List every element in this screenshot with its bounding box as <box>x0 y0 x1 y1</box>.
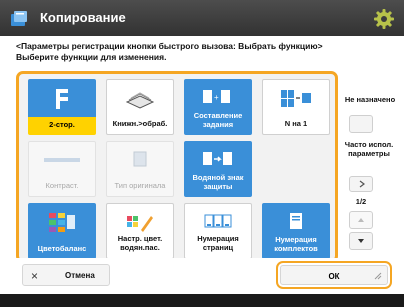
function-label: Нумерация страниц <box>197 234 239 252</box>
corner-mark-icon <box>374 272 382 280</box>
scroll-up-button[interactable] <box>349 211 373 229</box>
function-label: Тип оригинала <box>114 181 166 190</box>
function-label: Водяной знак защиты <box>192 173 244 191</box>
triangle-up-icon <box>358 218 364 222</box>
function-color-balance-button[interactable]: Цветобаланс <box>28 203 96 259</box>
no-setting-label: Не назначено <box>344 95 396 104</box>
function-set-numbering-button[interactable]: Нумерация комплектов <box>262 203 330 259</box>
svg-text:+: + <box>214 93 219 102</box>
secure-watermark-icon <box>203 152 232 165</box>
function-label: Составление задания <box>193 111 243 129</box>
two-sided-icon <box>56 89 68 109</box>
original-type-icon <box>133 151 147 167</box>
scroll-down-button[interactable] <box>349 232 373 250</box>
color-adjust-icon <box>127 216 153 232</box>
page-title: Копирование <box>40 10 126 25</box>
function-label: N на 1 <box>284 119 308 128</box>
job-build-icon: + <box>203 90 230 103</box>
bottom-bar <box>0 294 404 307</box>
triangle-down-icon <box>358 239 364 243</box>
function-secure-watermark-button[interactable]: Водяной знак защиты <box>184 141 252 197</box>
cancel-button[interactable]: × Отмена <box>22 264 110 286</box>
function-page-numbering-button[interactable]: Нумерация страниц <box>184 203 252 259</box>
sharpness-icon <box>44 158 80 162</box>
page-indicator: 1/2 <box>355 197 367 206</box>
instruction-line-2: Выберите функции для изменения. <box>16 52 167 62</box>
function-job-build-button[interactable]: + Составление задания <box>184 79 252 135</box>
ok-label: ОК <box>328 272 340 281</box>
ok-button-face: ОК <box>280 265 388 285</box>
function-label: 2-стор. <box>49 120 75 129</box>
cancel-label: Отмена <box>65 271 95 280</box>
title-bar: Копирование <box>0 0 404 36</box>
color-balance-icon <box>49 213 75 232</box>
function-label: Цветобаланс <box>37 244 87 253</box>
close-icon: × <box>31 269 39 283</box>
chevron-right-icon <box>359 180 365 188</box>
book-copy-icon <box>125 92 155 109</box>
function-n-on-1-button[interactable]: N на 1 <box>262 79 330 135</box>
frequent-settings-label: Часто испол. параметры <box>344 140 394 158</box>
function-sharpness-button: Контраст. <box>28 141 96 197</box>
function-original-type-button: Тип оригинала <box>106 141 174 197</box>
function-two-sided-button[interactable]: 2-стор. <box>28 79 96 135</box>
empty-slot <box>262 141 330 197</box>
instruction-line-1: <Параметры регистрации кнопки быстрого в… <box>16 41 323 51</box>
gear-icon[interactable] <box>372 7 396 31</box>
function-label: Нумерация комплектов <box>274 235 318 253</box>
function-book-copy-button[interactable]: Книжн.>обраб. <box>106 79 174 135</box>
set-numbering-icon <box>290 213 302 229</box>
function-label: Контраст. <box>45 181 79 190</box>
frequent-settings-button[interactable] <box>349 176 373 192</box>
function-label: Настр. цвет. водян.пас. <box>117 234 163 252</box>
page-numbering-icon <box>204 214 232 228</box>
ok-button[interactable]: ОК <box>276 261 392 289</box>
copy-app-icon <box>11 11 27 26</box>
no-setting-button[interactable] <box>349 115 373 133</box>
function-label: Книжн.>обраб. <box>112 119 168 128</box>
function-color-adjust-button[interactable]: Настр. цвет. водян.пас. <box>106 203 174 259</box>
n-on-1-icon <box>281 90 311 107</box>
instructions: <Параметры регистрации кнопки быстрого в… <box>16 41 323 63</box>
function-panel: 2-стор. Книжн.>обраб. + Составление зада… <box>16 71 338 263</box>
